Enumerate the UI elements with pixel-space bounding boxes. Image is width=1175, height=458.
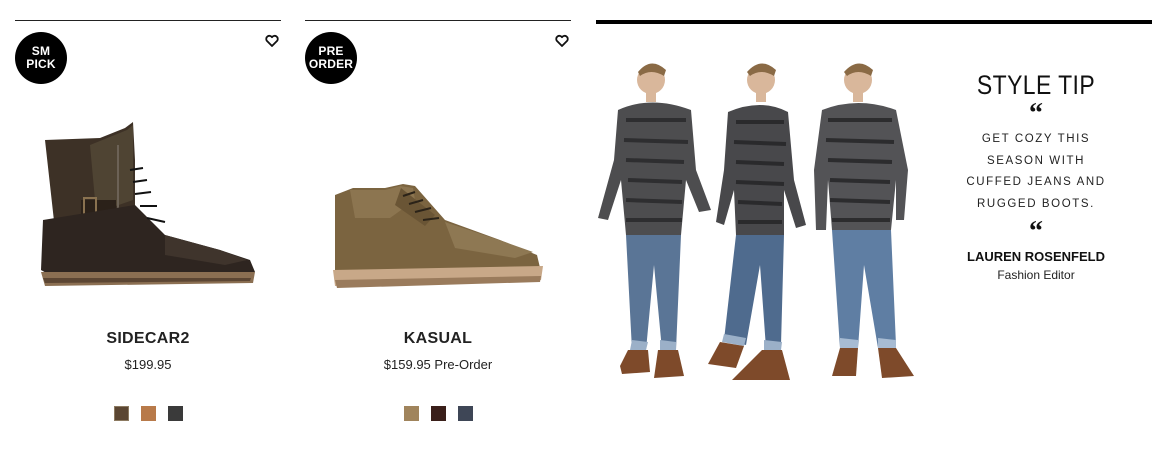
heart-icon[interactable] bbox=[265, 34, 279, 48]
model-figure bbox=[708, 63, 806, 380]
style-tip-title: STYLE TIP bbox=[976, 70, 1096, 100]
style-photo[interactable] bbox=[596, 50, 936, 395]
color-swatch-navy[interactable] bbox=[457, 406, 473, 421]
color-swatch-brown[interactable] bbox=[113, 406, 129, 421]
color-swatch-black[interactable] bbox=[167, 406, 183, 421]
product-card-sidecar2[interactable]: SM PICK SIDECAR2 $199.95 bbox=[15, 0, 281, 458]
divider bbox=[15, 20, 281, 21]
sm-pick-badge: SM PICK bbox=[15, 32, 67, 84]
product-price: $159.95 Pre-Order bbox=[383, 357, 493, 372]
open-quote-icon: “ bbox=[1029, 98, 1043, 129]
pre-order-badge: PRE ORDER bbox=[305, 32, 357, 84]
color-swatch-dark-brown[interactable] bbox=[430, 406, 446, 421]
style-tip-text: GET COZY THIS SEASON WITH CUFFED JEANS A… bbox=[966, 133, 1106, 210]
color-swatch-tan[interactable] bbox=[403, 406, 419, 421]
divider bbox=[596, 20, 1152, 24]
close-quote-icon: “ bbox=[1029, 216, 1043, 247]
product-image-kasual[interactable] bbox=[305, 100, 571, 310]
style-tip: STYLE TIP “ GET COZY THIS SEASON WITH CU… bbox=[951, 70, 1121, 282]
model-figure bbox=[598, 63, 711, 378]
product-price: $199.95 bbox=[124, 357, 172, 372]
product-image-sidecar2[interactable] bbox=[15, 100, 281, 310]
model-figure bbox=[814, 63, 914, 378]
heart-icon[interactable] bbox=[555, 34, 569, 48]
author-name: LAUREN ROSENFELD bbox=[967, 249, 1105, 264]
product-card-kasual[interactable]: PRE ORDER KASUAL $159.95 Pre-Order bbox=[305, 0, 571, 458]
divider bbox=[305, 20, 571, 21]
color-swatches bbox=[15, 406, 281, 421]
product-name[interactable]: KASUAL bbox=[305, 330, 571, 348]
style-tip-panel: STYLE TIP “ GET COZY THIS SEASON WITH CU… bbox=[596, 0, 1152, 458]
color-swatch-tan[interactable] bbox=[140, 406, 156, 421]
color-swatches bbox=[305, 406, 571, 421]
author-role: Fashion Editor bbox=[997, 268, 1075, 282]
product-name[interactable]: SIDECAR2 bbox=[15, 330, 281, 348]
